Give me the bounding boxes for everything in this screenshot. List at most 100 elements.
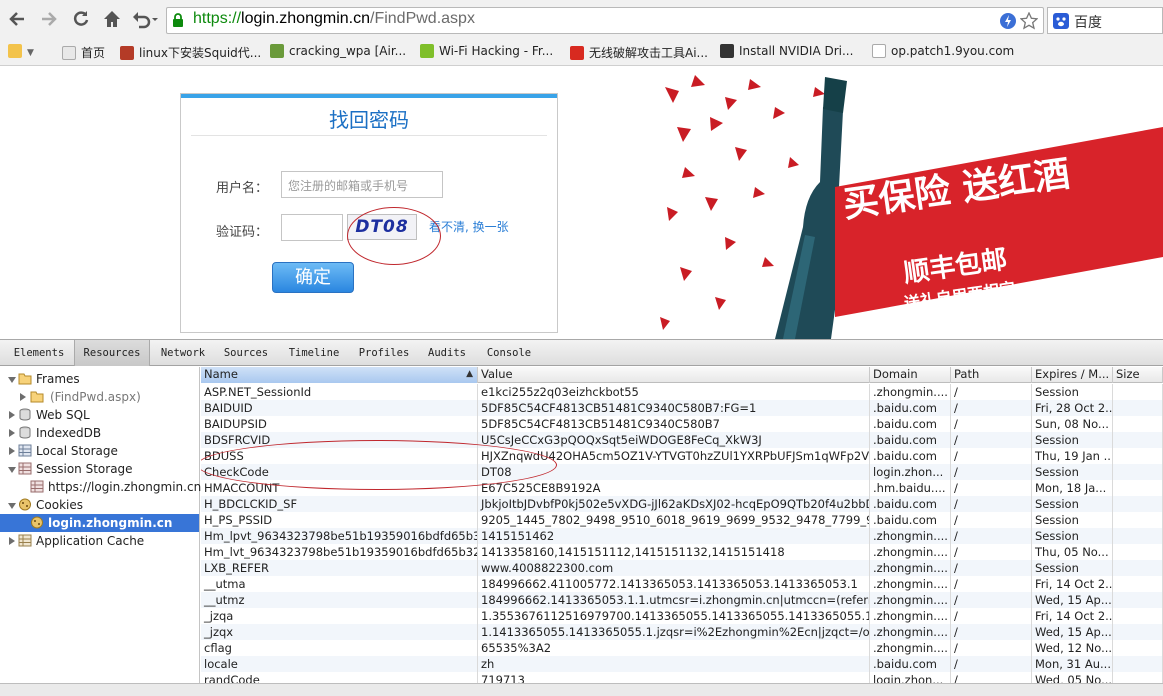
expand-arrow-icon[interactable] (9, 537, 15, 545)
username-label: 用户名： (216, 181, 269, 196)
tab-sources[interactable]: Sources (220, 340, 272, 366)
undo-close-tab-button[interactable] (130, 9, 160, 31)
table-cell: .baidu.com (870, 432, 951, 448)
table-row[interactable]: Hm_lvt_9634323798be51b19359016bdfd65b32 1… (201, 544, 1163, 560)
column-header-path[interactable]: Path (951, 367, 1032, 383)
column-header-domain[interactable]: Domain (870, 367, 951, 383)
tree-item-cookies[interactable]: Cookies (0, 496, 199, 514)
table-row[interactable]: randCode 719713 login.zhon... / Wed, 05 No..… (201, 672, 1163, 683)
bookmark-item[interactable]: Wi-Fi Hacking - Fr... (420, 44, 553, 58)
table-cell: H_BDCLCKID_SF (201, 496, 478, 512)
table-cell: 184996662.411005772.1413365053.141336505… (478, 576, 870, 592)
table-row[interactable]: __utmz 184996662.1413365053.1.1.utmcsr=i.… (201, 592, 1163, 608)
tree-item-findpwd-frame[interactable]: (FindPwd.aspx) (0, 388, 199, 406)
tab-elements[interactable]: Elements (8, 340, 70, 366)
tab-console[interactable]: Console (482, 340, 536, 366)
table-row[interactable]: BAIDUID 5DF85C54CF4813CB51481C9340C580B7:… (201, 400, 1163, 416)
table-cell: 1.3553676112516979700.1413365055.1413365… (478, 608, 870, 624)
reload-button[interactable] (70, 9, 92, 31)
bookmarks-menu-button[interactable]: ▼ (8, 44, 34, 58)
column-header-size[interactable]: Size (1113, 367, 1163, 383)
submit-button[interactable]: 确定 (272, 262, 354, 293)
tree-item-cookie-domain[interactable]: login.zhongmin.cn (0, 514, 199, 532)
expand-arrow-icon[interactable] (20, 393, 26, 401)
column-header-expires[interactable]: Expires / M... (1032, 367, 1113, 383)
panel-accent-bar (181, 94, 557, 98)
expand-arrow-icon[interactable] (9, 429, 15, 437)
tree-item-label: Frames (36, 372, 80, 386)
table-row[interactable]: _jzqx 1.1413365055.1413365055.1.jzqsr=i%2… (201, 624, 1163, 640)
tree-item-local-storage[interactable]: Local Storage (0, 442, 199, 460)
table-cell: Session (1032, 464, 1113, 480)
table-cell: zh (478, 656, 870, 672)
bookmark-item[interactable]: op.patch1.9you.com (872, 44, 1014, 58)
star-icon[interactable] (1020, 12, 1038, 30)
table-cell: .zhongmin.... (870, 640, 951, 656)
table-cell: 184996662.1413365053.1.1.utmcsr=i.zhongm… (478, 592, 870, 608)
table-row[interactable]: BAIDUPSID 5DF85C54CF4813CB51481C9340C580B… (201, 416, 1163, 432)
table-cell: randCode (201, 672, 478, 683)
bookmark-item[interactable]: Install NVIDIA Dri... (720, 44, 853, 58)
table-row[interactable]: __utma 184996662.411005772.1413365053.141… (201, 576, 1163, 592)
column-header-value[interactable]: Value (478, 367, 870, 383)
table-cell: / (951, 512, 1032, 528)
grid-icon (18, 444, 32, 457)
table-row[interactable]: LXB_REFER www.4008822300.com .zhongmin....… (201, 560, 1163, 576)
back-button[interactable] (6, 9, 28, 31)
expand-arrow-icon[interactable] (9, 447, 15, 455)
bookmark-item[interactable]: cracking_wpa [Air... (270, 44, 406, 58)
address-url[interactable]: https://login.zhongmin.cn/FindPwd.aspx (193, 10, 475, 28)
home-button[interactable] (101, 9, 123, 31)
tree-item-web-sql[interactable]: Web SQL (0, 406, 199, 424)
promo-banner[interactable]: 买保险 送红酒 顺丰包邮 送礼自用两相宜 (655, 67, 1163, 339)
tree-item-indexeddb[interactable]: IndexedDB (0, 424, 199, 442)
search-box[interactable]: 百度 (1047, 7, 1163, 34)
bookmark-item[interactable]: linux下安装Squid代... (120, 44, 261, 61)
table-row[interactable]: _jzqa 1.3553676112516979700.1413365055.14… (201, 608, 1163, 624)
tab-audits[interactable]: Audits (424, 340, 470, 366)
tab-resources[interactable]: Resources (74, 340, 150, 366)
table-cell: / (951, 576, 1032, 592)
expand-arrow-icon[interactable] (8, 377, 16, 383)
table-row[interactable]: cflag 65535%3A2 .zhongmin.... / Wed, 12 No..… (201, 640, 1163, 656)
tree-item-session-storage[interactable]: Session Storage (0, 460, 199, 478)
table-row[interactable]: H_PS_PSSID 9205_1445_7802_9498_9510_6018_… (201, 512, 1163, 528)
table-cell: Session (1032, 528, 1113, 544)
column-header-name[interactable]: Name ▲ (201, 367, 478, 383)
bookmark-item[interactable]: 首页 (62, 44, 105, 61)
table-cell (1113, 512, 1163, 528)
bookmark-label: op.patch1.9you.com (891, 44, 1015, 58)
lightning-icon[interactable] (999, 12, 1017, 30)
expand-arrow-icon[interactable] (9, 411, 15, 419)
forward-button[interactable] (38, 9, 60, 31)
table-cell: _jzqa (201, 608, 478, 624)
bookmark-label: cracking_wpa [Air... (289, 44, 407, 58)
table-row[interactable]: H_BDCLCKID_SF JbkjoItbJDvbfP0kj502e5vXDG-… (201, 496, 1163, 512)
bookmark-label: 首页 (81, 46, 106, 60)
tree-item-session-origin[interactable]: https://login.zhongmin.cn (0, 478, 201, 496)
address-bar[interactable]: https://login.zhongmin.cn/FindPwd.aspx (166, 7, 1044, 34)
username-input[interactable]: 您注册的邮箱或手机号 (281, 171, 443, 198)
table-cell (1113, 528, 1163, 544)
bookmark-item[interactable]: 无线破解攻击工具Ai... (570, 44, 708, 61)
table-row[interactable]: ASP.NET_SessionId e1kci255z2q03eizhckbot5… (201, 384, 1163, 400)
page-content: 找回密码 用户名： 您注册的邮箱或手机号 验证码： DT08 看不清, 换一张 … (0, 67, 1163, 339)
table-cell: .baidu.com (870, 656, 951, 672)
table-row[interactable]: Hm_lpvt_9634323798be51b19359016bdfd65b32… (201, 528, 1163, 544)
table-row[interactable]: locale zh .baidu.com / Mon, 31 Au... (201, 656, 1163, 672)
tab-profiles[interactable]: Profiles (354, 340, 414, 366)
tab-timeline[interactable]: Timeline (284, 340, 344, 366)
table-cell: Mon, 31 Au... (1032, 656, 1113, 672)
tree-item-frames[interactable]: Frames (0, 370, 199, 388)
tab-network[interactable]: Network (156, 340, 210, 366)
expand-arrow-icon[interactable] (8, 467, 16, 473)
captcha-input[interactable] (281, 214, 343, 241)
table-cell (1113, 624, 1163, 640)
table-cell: Session (1032, 560, 1113, 576)
tree-item-application-cache[interactable]: Application Cache (0, 532, 199, 550)
folder-icon (18, 373, 32, 385)
table-cell (1113, 608, 1163, 624)
table-cell: .baidu.com (870, 448, 951, 464)
refresh-captcha-link[interactable]: 看不清, 换一张 (429, 218, 509, 235)
expand-arrow-icon[interactable] (8, 503, 16, 509)
